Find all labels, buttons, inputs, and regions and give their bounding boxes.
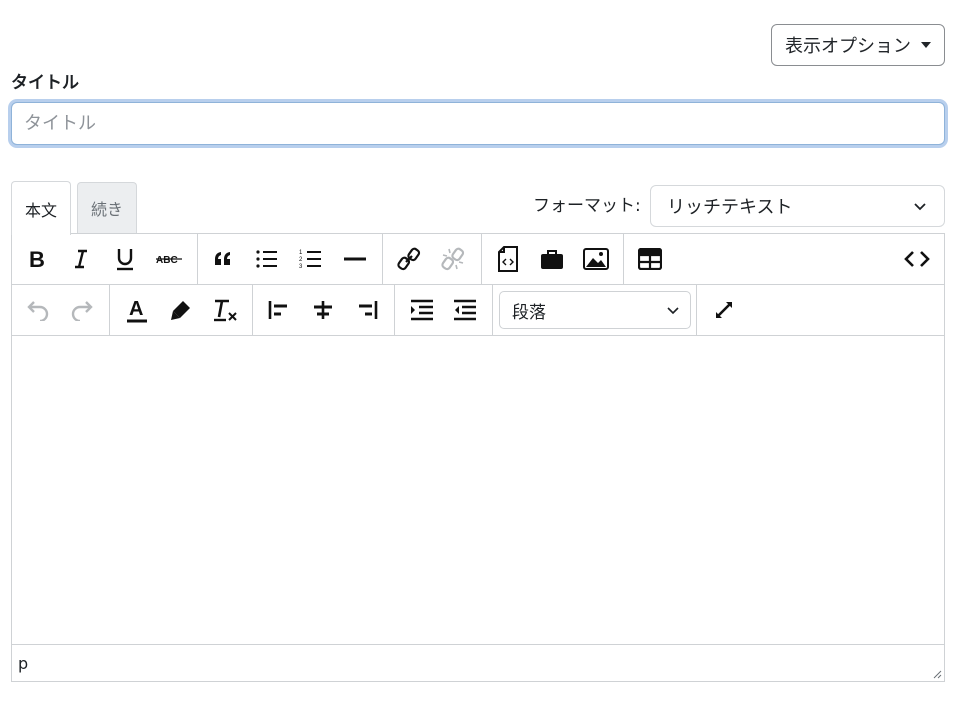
align-right-icon[interactable] — [350, 293, 384, 327]
editor-content-area[interactable] — [12, 336, 944, 644]
paragraph-selected-value: 段落 — [512, 302, 546, 323]
source-code-icon[interactable] — [900, 242, 934, 276]
link-icon[interactable] — [392, 242, 426, 276]
chevron-down-icon — [667, 307, 679, 315]
rich-text-editor: B ABC 123 A 段落 p — [11, 233, 945, 682]
toolbar-row-2: A 段落 — [12, 285, 944, 336]
svg-text:3: 3 — [299, 264, 303, 270]
svg-text:A: A — [129, 298, 143, 320]
align-center-icon[interactable] — [306, 293, 340, 327]
align-left-icon[interactable] — [262, 293, 296, 327]
blockquote-icon[interactable] — [206, 242, 240, 276]
underline-icon[interactable] — [108, 242, 142, 276]
svg-text:ABC: ABC — [156, 255, 178, 266]
numbered-list-icon[interactable]: 123 — [294, 242, 328, 276]
code-snippet-icon[interactable] — [491, 242, 525, 276]
caret-down-icon — [921, 42, 931, 48]
chevron-down-icon — [914, 203, 926, 211]
redo-icon — [65, 293, 99, 327]
italic-icon[interactable] — [64, 242, 98, 276]
element-path[interactable]: p — [18, 654, 28, 673]
display-options-button[interactable]: 表示オプション — [771, 24, 945, 66]
title-label: タイトル — [11, 73, 79, 93]
tab-body[interactable]: 本文 — [11, 181, 71, 235]
briefcase-icon[interactable] — [535, 242, 569, 276]
toolbar-row-1: B ABC 123 — [12, 234, 944, 285]
title-input[interactable] — [11, 102, 945, 145]
text-color-icon[interactable]: A — [120, 293, 154, 327]
highlight-icon[interactable] — [164, 293, 198, 327]
resize-handle-icon[interactable] — [932, 669, 942, 679]
format-select[interactable]: リッチテキスト — [650, 185, 945, 227]
strikethrough-icon[interactable]: ABC — [152, 242, 186, 276]
paragraph-format-select[interactable]: 段落 — [499, 291, 691, 329]
svg-text:2: 2 — [299, 257, 303, 263]
display-options-label: 表示オプション — [785, 36, 911, 57]
undo-icon — [21, 293, 55, 327]
bold-icon[interactable]: B — [21, 242, 55, 276]
horizontal-rule-icon[interactable] — [338, 242, 372, 276]
svg-text:1: 1 — [299, 250, 303, 256]
table-icon[interactable] — [633, 242, 667, 276]
tab-continuation[interactable]: 続き — [77, 182, 137, 233]
format-selected-value: リッチテキスト — [667, 197, 793, 218]
format-label: フォーマット: — [533, 196, 641, 216]
fullscreen-icon[interactable] — [707, 293, 741, 327]
svg-text:B: B — [29, 248, 45, 270]
indent-icon[interactable] — [405, 293, 439, 327]
editor-statusbar: p — [12, 644, 944, 681]
image-icon[interactable] — [579, 242, 613, 276]
unlink-icon — [436, 242, 470, 276]
outdent-icon[interactable] — [448, 293, 482, 327]
clear-format-icon[interactable] — [208, 293, 242, 327]
bullet-list-icon[interactable] — [250, 242, 284, 276]
